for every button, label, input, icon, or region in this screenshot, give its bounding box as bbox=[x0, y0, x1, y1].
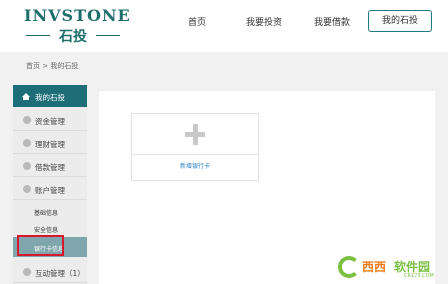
sidebar-item-label: 资金管理 bbox=[35, 117, 65, 126]
nav-home[interactable]: 首页 bbox=[188, 15, 206, 28]
watermark-logo-icon bbox=[338, 256, 360, 278]
add-bank-card-label: 新增银行卡 bbox=[179, 163, 210, 170]
sidebar-sub-security-info[interactable]: 安全信息 bbox=[34, 225, 58, 234]
nav-my-shitou-button[interactable]: 我的石投 bbox=[368, 10, 432, 32]
plus-icon-vertical bbox=[193, 124, 198, 145]
nav-borrow[interactable]: 我要借款 bbox=[314, 15, 350, 28]
sidebar-item-mine[interactable]: 我的石投 bbox=[13, 85, 87, 107]
breadcrumb: 首页 > 我的石投 bbox=[26, 62, 79, 70]
sidebar-item-label: 账户管理 bbox=[35, 186, 65, 195]
logo-divider-right bbox=[96, 35, 120, 36]
home-icon-base bbox=[23, 97, 29, 100]
card-divider bbox=[132, 154, 258, 155]
header: INVSTONE 石投 首页 我要投资 我要借款 我的石投 bbox=[0, 0, 448, 52]
nav-invest[interactable]: 我要投资 bbox=[246, 15, 282, 28]
add-bank-card-button[interactable]: 新增银行卡 bbox=[131, 113, 259, 181]
sidebar-item-loan[interactable]: 借款管理 bbox=[13, 155, 87, 177]
document-icon bbox=[23, 162, 31, 170]
sidebar-item-label: 理财管理 bbox=[35, 140, 65, 149]
watermark-text: 西西 bbox=[362, 260, 387, 274]
sidebar: 我的石投 资金管理 理财管理 借款管理 账户管理 基础信息 安全信息 银行卡信息… bbox=[13, 85, 87, 284]
sidebar-item-label: 我的石投 bbox=[35, 93, 65, 102]
chart-icon bbox=[23, 139, 31, 147]
sidebar-item-interact[interactable]: 互动管理（1） bbox=[13, 261, 87, 283]
sidebar-item-account[interactable]: 账户管理 bbox=[13, 178, 87, 200]
coin-icon bbox=[23, 116, 31, 124]
logo[interactable]: INVSTONE 石投 bbox=[24, 6, 130, 45]
refresh-icon bbox=[23, 268, 31, 276]
logo-brand: INVSTONE bbox=[24, 6, 131, 25]
sidebar-sub-basic-info[interactable]: 基础信息 bbox=[34, 208, 58, 217]
logo-sub: 石投 bbox=[59, 29, 87, 45]
sidebar-item-label: 互动管理（1） bbox=[35, 269, 85, 278]
watermark-url: CR173.COM bbox=[404, 273, 434, 279]
sidebar-item-fund[interactable]: 资金管理 bbox=[13, 109, 87, 131]
sidebar-item-wealth[interactable]: 理财管理 bbox=[13, 132, 87, 154]
user-icon bbox=[23, 185, 31, 193]
sidebar-item-label: 借款管理 bbox=[35, 163, 65, 172]
watermark: 西西 软件园 CR173.COM bbox=[338, 256, 444, 282]
highlight-box bbox=[17, 235, 64, 256]
